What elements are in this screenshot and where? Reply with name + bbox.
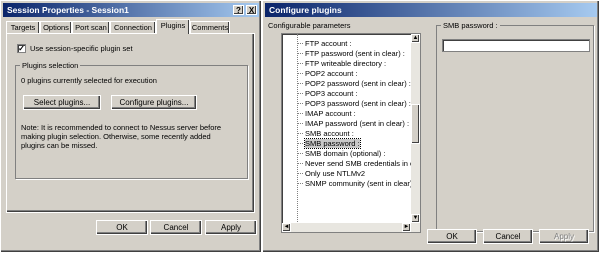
plugins-selection-group: Plugins selection 0 plugins currently se… [15,61,248,179]
cancel-button[interactable]: Cancel [150,220,202,235]
tree-branch [297,163,303,164]
tree-item[interactable]: FTP writeable directory : [305,59,386,68]
configurable-parameters-label: Configurable parameters [268,21,351,30]
configure-plugins-button[interactable]: Configure plugins... [111,95,197,110]
window-title: Configure plugins [269,5,342,15]
tree-branch [297,123,303,124]
tab-connection[interactable]: Connection [110,21,156,33]
tree-branch [297,43,303,44]
ok-button[interactable]: OK [96,220,148,235]
tree-horizontal-scrollbar[interactable]: ◄ ► [282,223,420,232]
tree-branch [297,93,303,94]
tab-comments[interactable]: Comments [190,21,230,33]
help-title-button[interactable]: ? [233,5,244,15]
close-title-button[interactable]: X [246,5,257,15]
tree-item[interactable]: Only use NTLMv2 [305,169,365,178]
tree-item[interactable]: POP3 password (sent in clear) : [305,99,411,108]
tree-item[interactable]: FTP account : [305,39,352,48]
select-plugins-button[interactable]: Select plugins... [23,95,101,110]
tree-item[interactable]: IMAP password (sent in clear) : [305,119,409,128]
tab-options[interactable]: Options [40,21,72,33]
tree-item[interactable]: POP3 account : [305,89,358,98]
tree-item[interactable]: Never send SMB credentials in c [305,159,414,168]
tree-branch [297,133,303,134]
apply-button[interactable]: Apply [539,229,589,244]
value-group: SMB password : [436,21,594,232]
tab-targets[interactable]: Targets [6,21,40,33]
ok-button[interactable]: OK [427,229,477,244]
plugins-count-text: 0 plugins currently selected for executi… [21,76,157,85]
value-group-label: SMB password : [441,21,500,30]
session-properties-window: Session Properties - Session1 ? X Target… [0,0,262,253]
scroll-thumb[interactable] [411,104,420,144]
scroll-left-icon[interactable]: ◄ [282,223,291,232]
tree-item-selected[interactable]: SMB password : [304,138,361,149]
tree-item[interactable]: SMB account : [305,129,354,138]
parameters-tree[interactable]: FTP account : FTP password (sent in clea… [281,33,421,233]
tree-branch [297,143,303,144]
tab-port-scan[interactable]: Port scan [72,21,110,33]
plugins-tab-panel: ✓ Use session-specific plugin set Plugin… [6,33,255,213]
tree-branch [297,63,303,64]
tab-plugins[interactable]: Plugins [156,19,190,34]
scroll-down-icon[interactable]: ▼ [411,214,420,223]
smb-password-input[interactable] [442,39,590,52]
tree-item[interactable]: IMAP account : [305,109,356,118]
note-line-2: making plugin selection. Otherwise, some… [21,132,211,141]
scroll-right-icon[interactable]: ► [402,223,411,232]
use-session-plugins-label: Use session-specific plugin set [30,44,133,53]
tree-item[interactable]: FTP password (sent in clear) : [305,49,405,58]
configure-plugins-window: Configure plugins Configurable parameter… [262,0,600,253]
window-title: Session Properties - Session1 [7,5,129,15]
tree-branch [297,183,303,184]
session-properties-titlebar[interactable]: Session Properties - Session1 ? X [3,3,259,17]
tree-branch [297,153,303,154]
cancel-button[interactable]: Cancel [483,229,533,244]
tree-branch [297,73,303,74]
tree-item[interactable]: SNMP community (sent in clear) : [305,179,417,188]
note-line-3: plugins can be missed. [21,141,98,150]
tree-branch [297,103,303,104]
tree-branch [297,113,303,114]
tree-item[interactable]: POP2 password (sent in clear) : [305,79,411,88]
tree-item[interactable]: POP2 account : [305,69,358,78]
plugins-selection-legend: Plugins selection [20,61,81,70]
tree-vertical-scrollbar[interactable]: ▲ ▼ [411,34,420,232]
tree-branch [297,173,303,174]
tree-branch [297,83,303,84]
configure-plugins-titlebar[interactable]: Configure plugins [265,3,597,17]
note-line-1: Note: It is recommended to connect to Ne… [21,123,222,132]
use-session-plugins-checkbox[interactable]: ✓ [17,44,26,53]
scroll-up-icon[interactable]: ▲ [411,34,420,43]
tree-branch [297,53,303,54]
tree-item[interactable]: SMB domain (optional) : [305,149,385,158]
apply-button[interactable]: Apply [205,220,257,235]
